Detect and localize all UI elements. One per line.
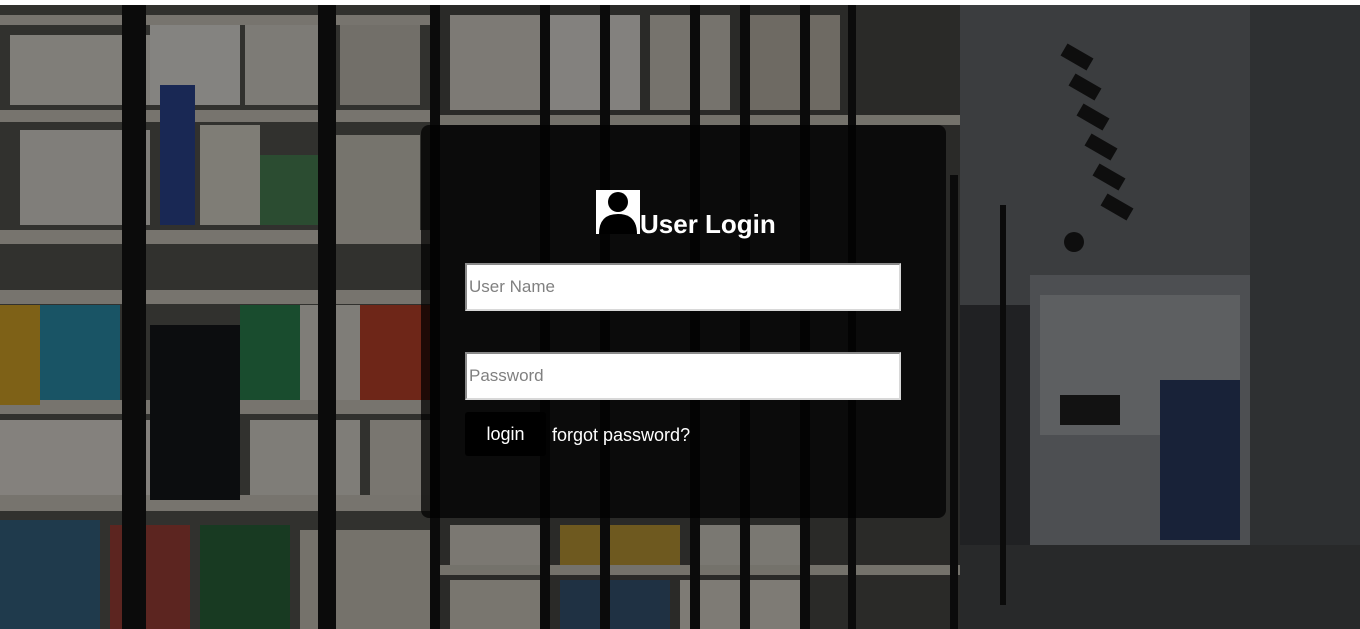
login-title: User Login	[640, 209, 776, 239]
login-heading: User Login	[596, 190, 776, 239]
user-icon	[596, 190, 640, 234]
login-page: User Login login forgot password?	[0, 5, 1360, 629]
username-input[interactable]	[465, 263, 901, 311]
forgot-password-link[interactable]: forgot password?	[552, 424, 690, 446]
password-input[interactable]	[465, 352, 901, 400]
login-card: User Login login forgot password?	[421, 125, 946, 518]
login-button[interactable]: login	[465, 412, 546, 456]
